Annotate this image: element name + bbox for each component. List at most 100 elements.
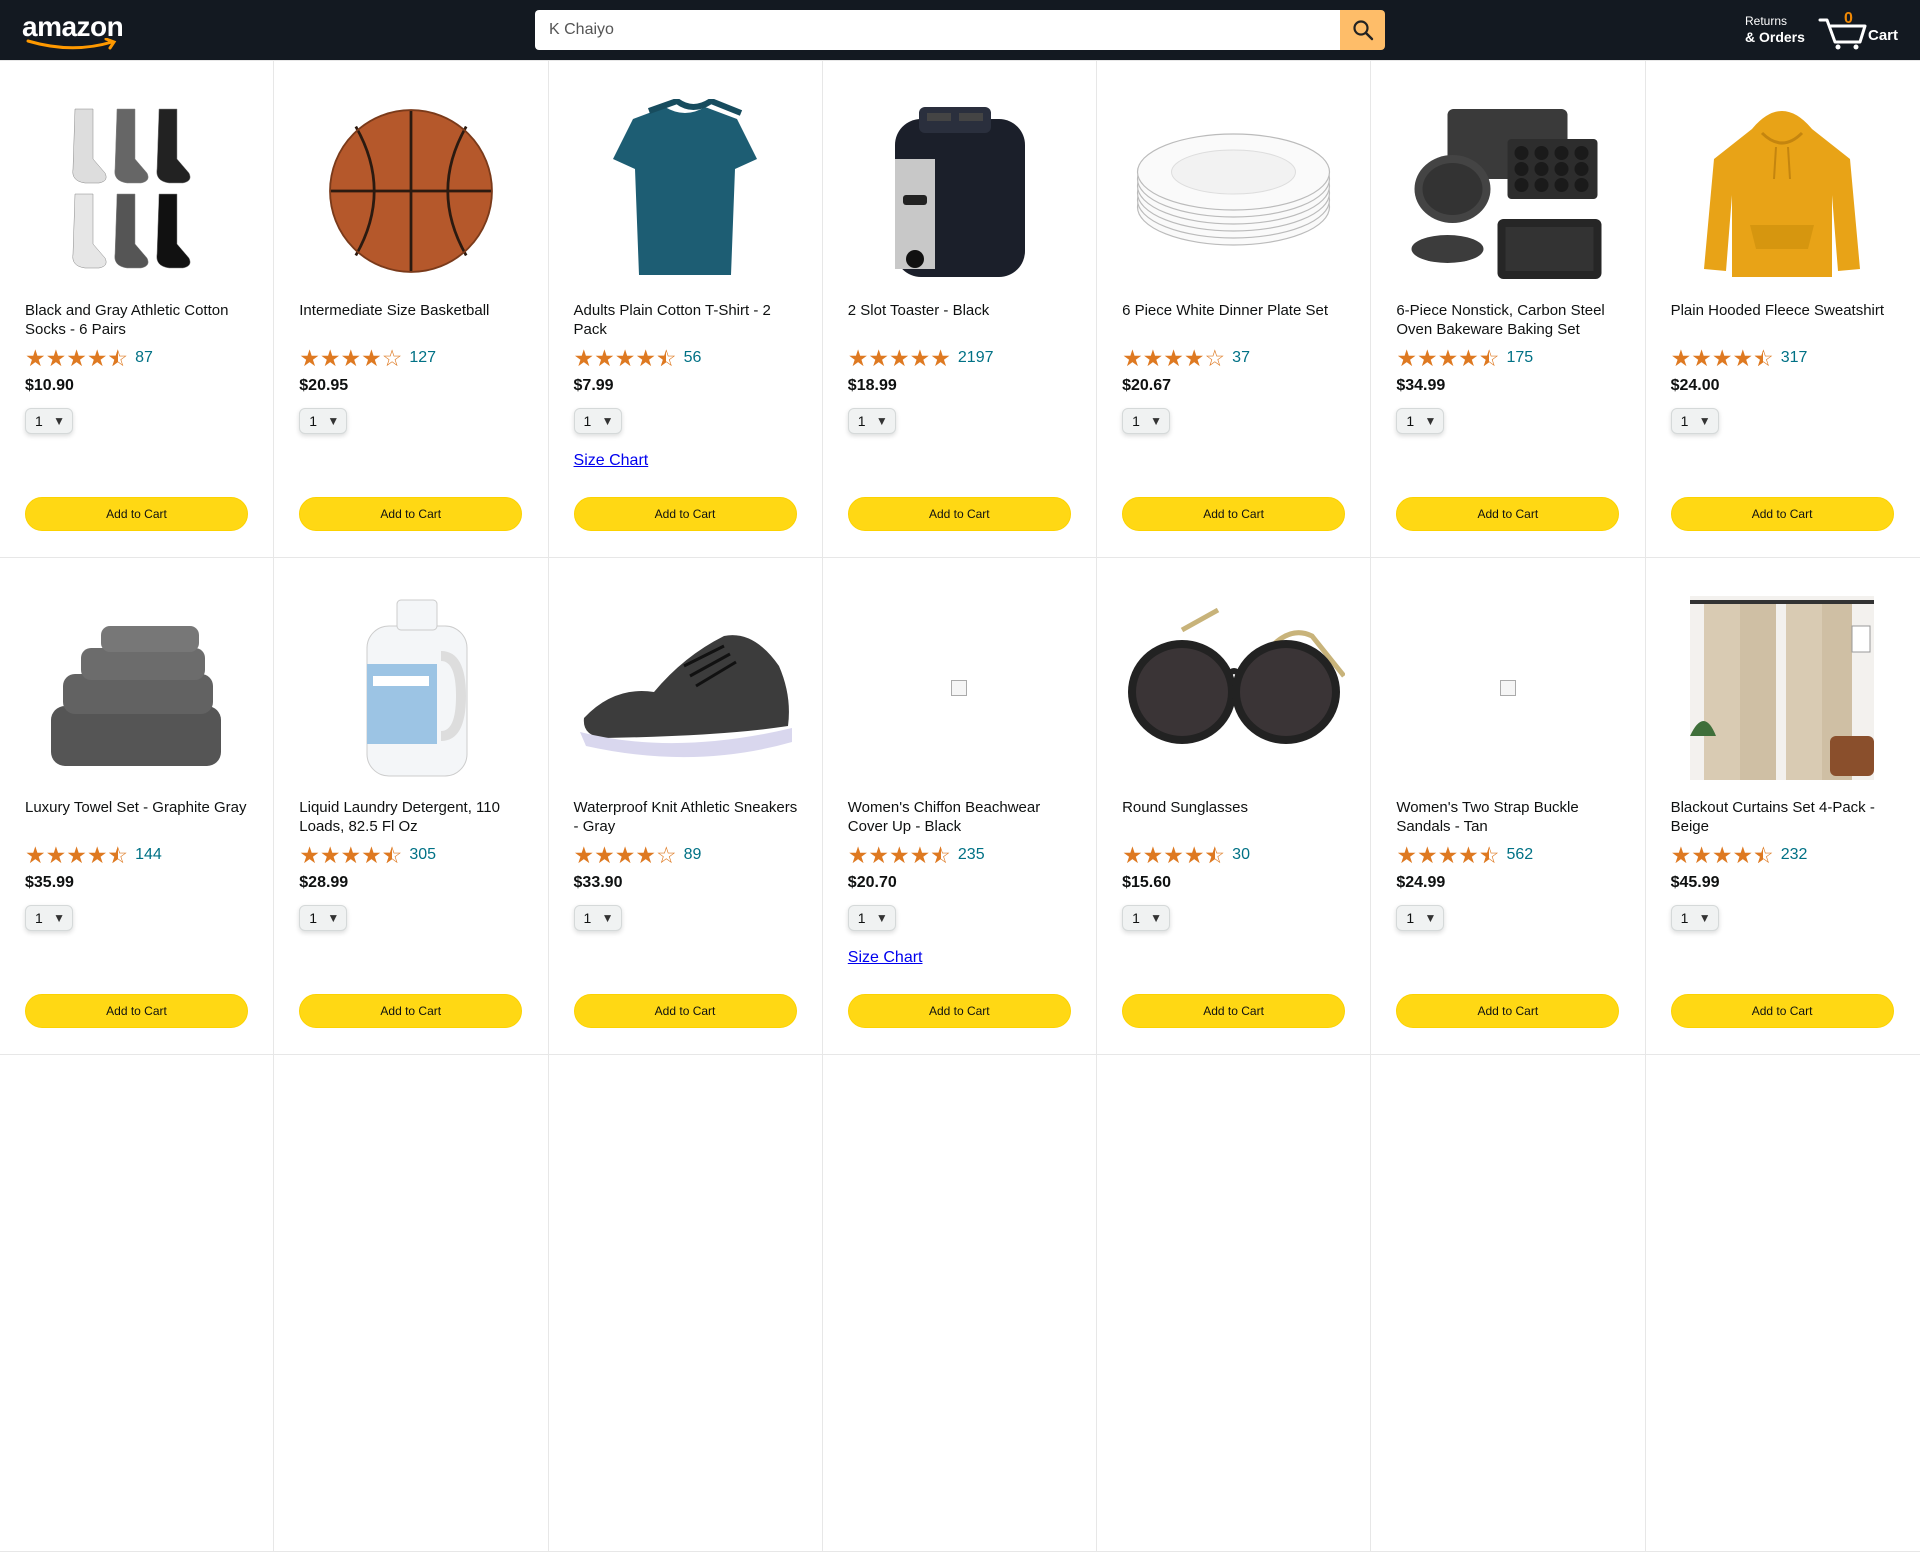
- product-image[interactable]: [1671, 99, 1894, 283]
- product-price: $35.99: [25, 874, 74, 891]
- review-count-link[interactable]: 317: [1781, 349, 1808, 367]
- add-to-cart-button[interactable]: Add to Cart: [847, 994, 1071, 1028]
- chevron-down-icon: ▼: [1150, 911, 1163, 925]
- product-price: $20.70: [847, 874, 897, 891]
- product-title: Women's Two Strap Buckle Sandals - Tan: [1396, 799, 1579, 835]
- review-count-link[interactable]: 87: [135, 349, 153, 367]
- quantity-select[interactable]: 1 ▼: [1122, 905, 1171, 931]
- top-nav-bar: amazon Returns & Orders 0 Cart: [0, 0, 1920, 60]
- add-to-cart-button[interactable]: Add to Cart: [573, 497, 797, 531]
- product-rating: ★★★★☆★ 87: [25, 347, 153, 370]
- product-price: $20.95: [299, 377, 349, 394]
- add-to-cart-button[interactable]: Add to Cart: [573, 994, 797, 1028]
- quantity-select[interactable]: 1 ▼: [573, 905, 622, 931]
- search-button[interactable]: [1340, 10, 1385, 50]
- product-image[interactable]: [299, 596, 522, 780]
- product-image[interactable]: [1396, 596, 1619, 780]
- product-rating: ★★★★☆★ 144: [25, 844, 162, 867]
- add-to-cart-button[interactable]: Add to Cart: [299, 994, 523, 1028]
- add-to-cart-button[interactable]: Add to Cart: [25, 497, 248, 531]
- quantity-select[interactable]: 1 ▼: [1122, 408, 1171, 434]
- review-count-link[interactable]: 232: [1781, 846, 1808, 864]
- add-to-cart-button[interactable]: Add to Cart: [1396, 994, 1620, 1028]
- add-to-cart-button[interactable]: Add to Cart: [25, 994, 248, 1028]
- review-count-link[interactable]: 175: [1506, 349, 1533, 367]
- product-title: Black and Gray Athletic Cotton Socks - 6…: [25, 302, 229, 338]
- add-to-cart-button[interactable]: Add to Cart: [299, 497, 523, 531]
- product-image[interactable]: [1671, 596, 1894, 780]
- chevron-down-icon: ▼: [53, 414, 65, 428]
- quantity-select[interactable]: 1 ▼: [573, 408, 622, 434]
- quantity-select[interactable]: 1 ▼: [1396, 408, 1445, 434]
- review-count-link[interactable]: 56: [684, 349, 702, 367]
- star-rating-icon: ★★★★☆★: [1396, 842, 1500, 868]
- quantity-select[interactable]: 1 ▼: [1670, 905, 1719, 931]
- review-count-link[interactable]: 305: [409, 846, 436, 864]
- cart-label: Cart: [1868, 27, 1899, 44]
- review-count-link[interactable]: 89: [684, 846, 702, 864]
- chevron-down-icon: ▼: [1698, 911, 1711, 925]
- quantity-value: 1: [1406, 413, 1415, 429]
- add-to-cart-button[interactable]: Add to Cart: [1122, 497, 1346, 531]
- quantity-select[interactable]: 1 ▼: [25, 408, 73, 434]
- quantity-value: 1: [35, 413, 43, 429]
- chevron-down-icon: ▼: [1424, 911, 1437, 925]
- quantity-select[interactable]: 1 ▼: [25, 905, 73, 931]
- add-to-cart-button[interactable]: Add to Cart: [1396, 497, 1620, 531]
- product-image[interactable]: [848, 99, 1071, 283]
- review-count-link[interactable]: 127: [409, 349, 436, 367]
- star-rating-icon: ★★★★★: [847, 345, 951, 371]
- product-image[interactable]: [299, 99, 522, 283]
- star-rating-icon: ★★★★☆★: [1670, 842, 1774, 868]
- review-count-link[interactable]: 562: [1506, 846, 1533, 864]
- quantity-value: 1: [1406, 910, 1415, 926]
- review-count-link[interactable]: 144: [135, 846, 162, 864]
- product-image[interactable]: [1396, 99, 1619, 283]
- quantity-select[interactable]: 1 ▼: [847, 408, 896, 434]
- review-count-link[interactable]: 235: [958, 846, 985, 864]
- product-card: Adults Plain Cotton T-Shirt - 2 Pack ★★★…: [548, 61, 823, 558]
- product-image[interactable]: [25, 596, 248, 780]
- product-rating: ★★★★☆★ 30: [1122, 844, 1250, 867]
- product-image[interactable]: [848, 596, 1071, 780]
- product-card: [0, 1055, 275, 1552]
- quantity-select[interactable]: 1 ▼: [1396, 905, 1445, 931]
- product-title: Waterproof Knit Athletic Sneakers - Gray: [573, 799, 798, 835]
- returns-orders-link[interactable]: Returns & Orders: [1745, 13, 1805, 45]
- add-to-cart-button[interactable]: Add to Cart: [847, 497, 1071, 531]
- add-to-cart-button[interactable]: Add to Cart: [1122, 994, 1346, 1028]
- review-count-link[interactable]: 37: [1232, 349, 1250, 367]
- product-image[interactable]: [574, 596, 797, 780]
- product-image[interactable]: [574, 99, 797, 283]
- add-to-cart-button[interactable]: Add to Cart: [1670, 994, 1894, 1028]
- product-image[interactable]: [1122, 99, 1345, 283]
- product-image[interactable]: [1122, 596, 1346, 780]
- logo-smile-icon: [26, 38, 117, 50]
- review-count-link[interactable]: 30: [1232, 846, 1250, 864]
- size-chart-link[interactable]: Size Chart: [848, 949, 923, 967]
- quantity-select[interactable]: 1 ▼: [847, 905, 896, 931]
- quantity-value: 1: [1132, 910, 1140, 926]
- product-price: $7.99: [573, 377, 614, 394]
- quantity-select[interactable]: 1 ▼: [299, 408, 348, 434]
- quantity-select[interactable]: 1 ▼: [1670, 408, 1719, 434]
- review-count-link[interactable]: 2197: [958, 349, 994, 367]
- chevron-down-icon: ▼: [601, 414, 614, 428]
- size-chart-link[interactable]: Size Chart: [574, 452, 649, 470]
- product-price: $10.90: [25, 377, 74, 394]
- quantity-select[interactable]: 1 ▼: [299, 905, 348, 931]
- product-rating: ★★★★☆★ 56: [574, 347, 702, 370]
- search-input[interactable]: [535, 10, 1340, 50]
- search-icon: [1352, 20, 1373, 41]
- quantity-value: 1: [309, 413, 318, 429]
- product-card: [548, 1055, 823, 1552]
- amazon-logo[interactable]: amazon: [22, 12, 126, 50]
- product-title: Blackout Curtains Set 4-Pack - Beige: [1670, 799, 1875, 835]
- add-to-cart-button[interactable]: Add to Cart: [1670, 497, 1894, 531]
- product-card: [1645, 1055, 1920, 1552]
- cart-button[interactable]: 0 Cart: [1818, 8, 1910, 52]
- star-rating-icon: ★★★★☆: [299, 345, 403, 371]
- orders-label: & Orders: [1745, 29, 1805, 45]
- product-image[interactable]: [25, 99, 248, 283]
- quantity-value: 1: [1680, 910, 1689, 926]
